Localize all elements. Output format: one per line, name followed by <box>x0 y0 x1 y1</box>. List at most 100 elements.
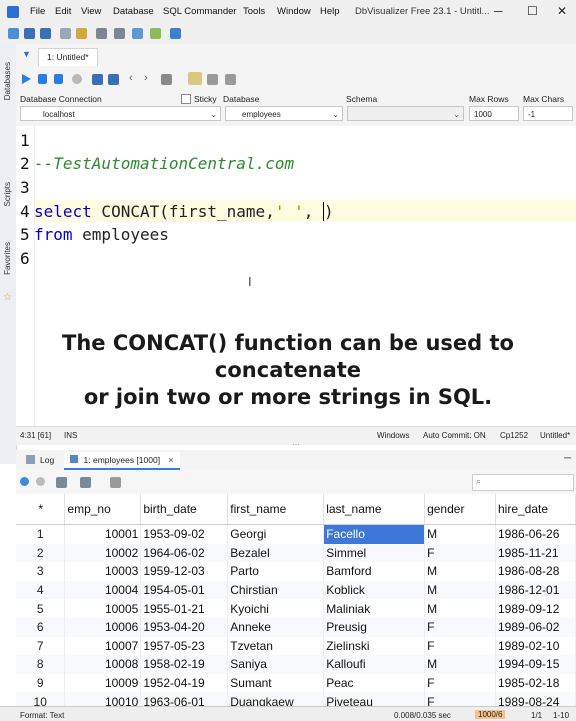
table-row[interactable]: 9 10009 1952-04-19 Sumant Peac F 1985-02-18 <box>16 673 576 693</box>
table-cell[interactable]: M <box>424 599 496 618</box>
forward-icon[interactable]: › <box>144 72 148 84</box>
comment-icon[interactable] <box>207 74 218 85</box>
table-cell[interactable]: 10009 <box>64 673 142 693</box>
execute-icon[interactable] <box>22 74 31 84</box>
table-cell[interactable]: 1953-04-20 <box>140 617 229 637</box>
table-cell[interactable]: Anneke <box>227 617 325 637</box>
table-row[interactable]: 2 10002 1964-06-02 Bezalel Simmel F 1985-11-21 <box>16 543 576 563</box>
format-status[interactable]: Format: Text <box>20 711 64 720</box>
row-number[interactable]: 6 <box>16 617 66 637</box>
column-header[interactable]: last_name <box>323 494 426 525</box>
table-cell[interactable]: Chirstian <box>227 580 325 600</box>
table-cell[interactable]: 1986-08-28 <box>495 562 576 581</box>
table-cell[interactable]: 1986-12-01 <box>495 580 576 600</box>
new-icon[interactable] <box>60 28 71 39</box>
filter-icon[interactable] <box>110 477 121 488</box>
table-cell[interactable]: 1959-12-03 <box>140 562 229 581</box>
table-cell[interactable]: 1986-06-26 <box>495 524 576 544</box>
table-cell[interactable]: 10006 <box>64 617 142 637</box>
uncomment-icon[interactable] <box>225 74 236 85</box>
run-arrow-icon[interactable] <box>170 28 181 39</box>
column-header[interactable]: gender <box>424 494 496 525</box>
connect-icon[interactable] <box>8 28 19 39</box>
line-separator[interactable]: Windows <box>377 431 409 440</box>
table-cell[interactable]: Parto <box>227 562 325 581</box>
row-number[interactable]: 3 <box>16 562 66 581</box>
table-cell[interactable]: Saniya <box>227 655 325 674</box>
table-cell[interactable]: Piveteau <box>323 692 426 706</box>
table-cell[interactable]: Maliniak <box>323 599 426 618</box>
row-number[interactable]: 1 <box>16 524 66 544</box>
table-cell[interactable]: F <box>424 617 496 637</box>
execute-script-icon[interactable] <box>54 74 63 84</box>
table-cell[interactable]: Bezalel <box>227 543 325 563</box>
database-select[interactable]: employees ⌄ <box>225 106 343 121</box>
table-row[interactable]: 10 10010 1963-06-01 Duangkaew Piveteau F 1989-… <box>16 692 576 706</box>
pin-icon[interactable]: ▼ <box>22 49 31 59</box>
row-number-header[interactable]: * <box>16 494 66 525</box>
stop-icon[interactable] <box>72 74 82 84</box>
table-cell[interactable]: 1963-06-01 <box>140 692 229 706</box>
table-row[interactable]: 5 10005 1955-01-21 Kyoichi Maliniak M 1989-09-… <box>16 599 576 618</box>
table-cell[interactable]: 10003 <box>64 562 142 581</box>
tab-results[interactable]: 1: employees [1000] ✕ <box>64 452 181 470</box>
minimize-icon[interactable]: ─ <box>494 4 503 18</box>
table-cell[interactable]: 1957-05-23 <box>140 636 229 656</box>
table-cell[interactable]: Peac <box>323 673 426 693</box>
table-cell[interactable]: M <box>424 562 496 581</box>
table-cell[interactable]: 1985-02-18 <box>495 673 576 693</box>
save-icon[interactable] <box>24 28 35 39</box>
auto-commit-status[interactable]: Auto Commit: ON <box>423 431 486 440</box>
table-cell[interactable]: 1955-01-21 <box>140 599 229 618</box>
sticky-checkbox[interactable] <box>181 94 191 104</box>
menu-window[interactable]: Window <box>277 6 311 17</box>
table-cell[interactable]: M <box>424 580 496 600</box>
table-row[interactable]: 3 10003 1959-12-03 Parto Bamford M 1986-08-28 <box>16 562 576 581</box>
tool-icon[interactable] <box>96 28 107 39</box>
settings-icon[interactable] <box>114 28 125 39</box>
table-cell[interactable]: 10007 <box>64 636 142 656</box>
row-number[interactable]: 8 <box>16 655 66 674</box>
table-cell[interactable]: Tzvetan <box>227 636 325 656</box>
close-icon[interactable]: ✕ <box>557 4 567 18</box>
connection-select[interactable]: localhost ⌄ <box>20 106 221 121</box>
close-tab-icon[interactable]: ✕ <box>168 456 175 465</box>
table-cell[interactable]: 10001 <box>64 524 142 544</box>
table-cell[interactable]: Bamford <box>323 562 426 581</box>
save-script-icon[interactable] <box>92 74 103 85</box>
side-tab-scripts[interactable]: Scripts <box>3 182 12 206</box>
save-as-icon[interactable] <box>108 74 119 85</box>
table-row[interactable]: 4 10004 1954-05-01 Chirstian Koblick M 1986-12… <box>16 580 576 600</box>
table-row[interactable]: 7 10007 1957-05-23 Tzvetan Zielinski F 1989-02… <box>16 636 576 656</box>
table-cell[interactable]: 10002 <box>64 543 142 563</box>
back-icon[interactable]: ‹ <box>129 72 133 84</box>
row-number[interactable]: 9 <box>16 673 66 693</box>
column-header[interactable]: hire_date <box>495 494 576 525</box>
table-cell[interactable]: Zielinski <box>323 636 426 656</box>
table-cell[interactable]: Preusig <box>323 617 426 637</box>
row-number[interactable]: 5 <box>16 599 66 618</box>
table-cell[interactable]: Facello <box>323 524 426 544</box>
stop-results-icon[interactable] <box>36 477 45 486</box>
grid-view-icon[interactable] <box>80 477 91 488</box>
table-cell[interactable]: 1958-02-19 <box>140 655 229 674</box>
table-cell[interactable]: F <box>424 636 496 656</box>
row-number[interactable]: 10 <box>16 692 66 706</box>
menu-edit[interactable]: Edit <box>55 6 71 17</box>
table-row[interactable]: 6 10006 1953-04-20 Anneke Preusig F 1989-06-02 <box>16 617 576 637</box>
table-cell[interactable]: 1985-11-21 <box>495 543 576 563</box>
table-cell[interactable]: F <box>424 692 496 706</box>
table-cell[interactable]: 1953-09-02 <box>140 524 229 544</box>
table-cell[interactable]: M <box>424 524 496 544</box>
table-cell[interactable]: 1989-08-24 <box>495 692 576 706</box>
open-icon[interactable] <box>76 28 87 39</box>
side-tab-databases[interactable]: Databases <box>3 62 12 100</box>
max-rows-input[interactable]: 1000 <box>469 106 519 121</box>
max-chars-input[interactable]: -1 <box>523 106 573 121</box>
menu-file[interactable]: File <box>30 6 45 17</box>
table-cell[interactable]: 1989-06-02 <box>495 617 576 637</box>
table-cell[interactable]: Duangkaew <box>227 692 325 706</box>
row-number[interactable]: 2 <box>16 543 66 563</box>
table-cell[interactable]: Simmel <box>323 543 426 563</box>
maximize-icon[interactable]: ☐ <box>527 4 538 18</box>
